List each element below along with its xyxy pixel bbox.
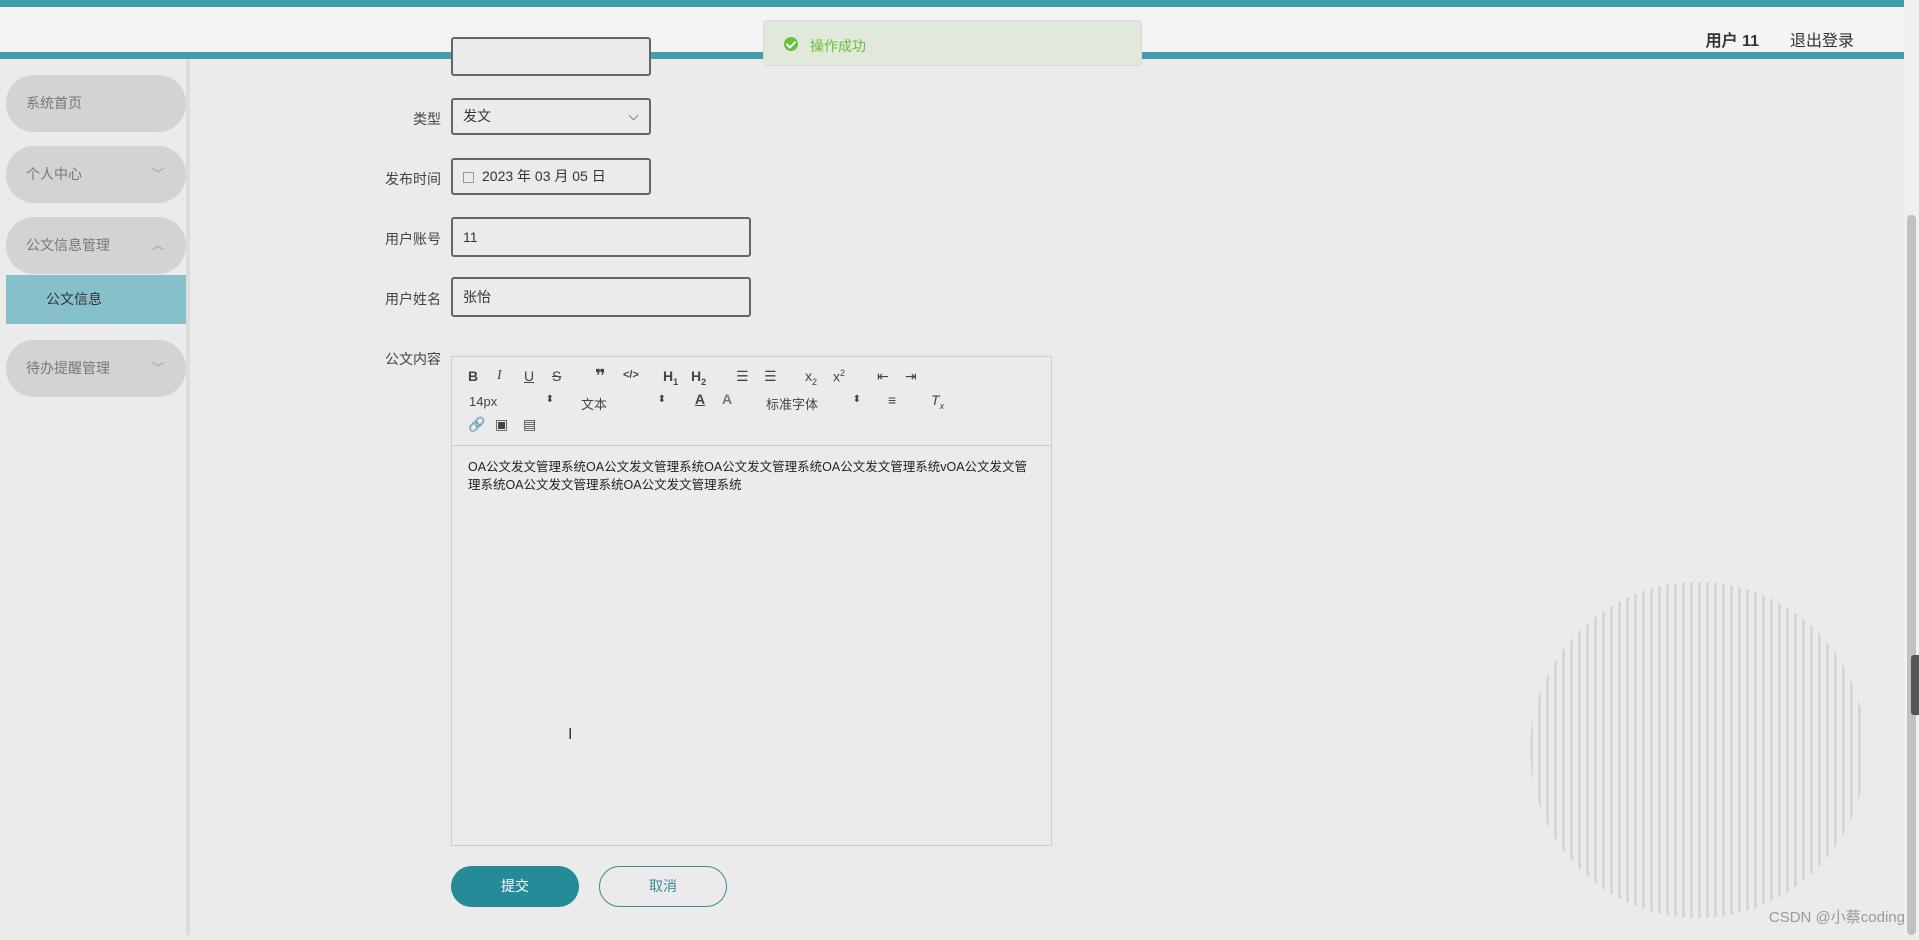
toast-message: 操作成功 (810, 38, 866, 54)
watermark: CSDN @小蔡coding (1768, 909, 1905, 926)
editor-toolbar: B I U S ❞ </> H1 H2 ☰ ☰ x2 x2 ⇤ ⇥ 14px ⬍… (452, 357, 1051, 446)
font-family-select[interactable]: 标准字体 ⬍ (766, 394, 861, 413)
sidebar-item-document-management[interactable]: 公文信息管理 ︿ (6, 217, 186, 274)
chevron-down-icon (628, 110, 639, 121)
current-user: 用户 11 (1705, 33, 1759, 50)
select-arrows-icon: ⬍ (852, 394, 861, 405)
rich-text-editor: B I U S ❞ </> H1 H2 ☰ ☰ x2 x2 ⇤ ⇥ 14px ⬍… (451, 356, 1052, 846)
underline-icon[interactable]: U (524, 368, 534, 384)
sidebar-item-label: 系统首页 (26, 95, 82, 111)
floating-side-widget[interactable] (1911, 655, 1919, 715)
cancel-button[interactable]: 取消 (599, 866, 727, 907)
link-icon[interactable]: 🔗 (468, 416, 485, 433)
sidebar-item-label: 待办提醒管理 (26, 360, 110, 376)
publish-time-label: 发布时间 (385, 171, 441, 187)
clear-format-icon[interactable]: Tx (931, 392, 944, 411)
blockquote-icon[interactable]: ❞ (595, 366, 606, 387)
content-label: 公文内容 (385, 351, 441, 367)
success-toast: 操作成功 (763, 20, 1142, 66)
success-check-icon (784, 37, 798, 51)
top-accent-bar (0, 0, 1919, 7)
publish-time-picker[interactable]: 2023 年 03 月 05 日 (451, 158, 651, 195)
scrollbar-thumb[interactable] (1907, 215, 1916, 935)
decorative-striped-circle (1530, 582, 1861, 918)
video-icon[interactable]: ▤ (523, 416, 536, 433)
text-format-value: 文本 (581, 397, 608, 412)
chevron-down-icon: ﹀ (151, 361, 164, 375)
font-size-select[interactable]: 14px ⬍ (469, 394, 554, 409)
name-input-value: 张怡 (463, 289, 491, 305)
sidebar-item-personal-center[interactable]: 个人中心 ﹀ (6, 146, 186, 203)
bold-icon[interactable]: B (468, 368, 478, 384)
chevron-down-icon: ﹀ (151, 167, 164, 181)
sidebar-subitem-label: 公文信息 (46, 291, 102, 307)
select-arrows-icon: ⬍ (545, 394, 554, 405)
editor-content[interactable]: OA公文发文管理系统OA公文发文管理系统OA公文发文管理系统OA公文发文管理系统… (468, 458, 1038, 494)
account-input-value: 11 (463, 229, 478, 245)
type-select-value: 发文 (463, 108, 491, 124)
type-label: 类型 (413, 111, 441, 127)
account-input[interactable]: 11 (451, 217, 751, 257)
publish-time-value: 2023 年 03 月 05 日 (482, 168, 606, 184)
strikethrough-icon[interactable]: S (552, 368, 561, 384)
account-label: 用户账号 (385, 231, 441, 247)
text-format-select[interactable]: 文本 ⬍ (581, 394, 666, 413)
background-color-icon[interactable]: A (722, 391, 732, 407)
italic-icon[interactable]: I (497, 368, 502, 384)
font-size-value: 14px (469, 394, 498, 409)
sidebar-subitem-document-info[interactable]: 公文信息 (6, 275, 186, 324)
category-select-partial[interactable] (451, 37, 651, 76)
outdent-icon[interactable]: ⇤ (877, 368, 889, 385)
superscript-icon[interactable]: x2 (833, 368, 845, 385)
ordered-list-icon[interactable]: ☰ (736, 368, 749, 385)
heading1-icon[interactable]: H1 (663, 368, 678, 387)
name-input[interactable]: 张怡 (451, 277, 751, 317)
image-icon[interactable]: ▣ (495, 416, 508, 433)
font-color-icon[interactable]: A (695, 391, 705, 407)
name-label: 用户姓名 (385, 291, 441, 307)
indent-icon[interactable]: ⇥ (905, 368, 917, 385)
sidebar-item-label: 公文信息管理 (26, 237, 110, 253)
type-select[interactable]: 发文 (451, 98, 651, 135)
logout-link[interactable]: 退出登录 (1790, 27, 1854, 51)
align-icon[interactable]: ≡ (888, 392, 896, 408)
calendar-icon (463, 171, 474, 183)
submit-button[interactable]: 提交 (451, 866, 579, 907)
font-family-value: 标准字体 (766, 397, 819, 412)
sidebar-item-todo-management[interactable]: 待办提醒管理 ﹀ (6, 340, 186, 397)
sidebar-item-home[interactable]: 系统首页 (6, 75, 186, 132)
text-cursor-icon: I (568, 726, 573, 743)
subscript-icon[interactable]: x2 (805, 368, 817, 387)
chevron-up-icon: ︿ (151, 238, 164, 252)
code-block-icon[interactable]: </> (623, 369, 639, 381)
sidebar-item-label: 个人中心 (26, 166, 82, 182)
bullet-list-icon[interactable]: ☰ (764, 368, 777, 385)
heading2-icon[interactable]: H2 (691, 368, 706, 387)
sidebar: 系统首页 个人中心 ﹀ 公文信息管理 ︿ 公文信息 待办提醒管理 ﹀ (0, 59, 190, 935)
select-arrows-icon: ⬍ (657, 394, 666, 405)
